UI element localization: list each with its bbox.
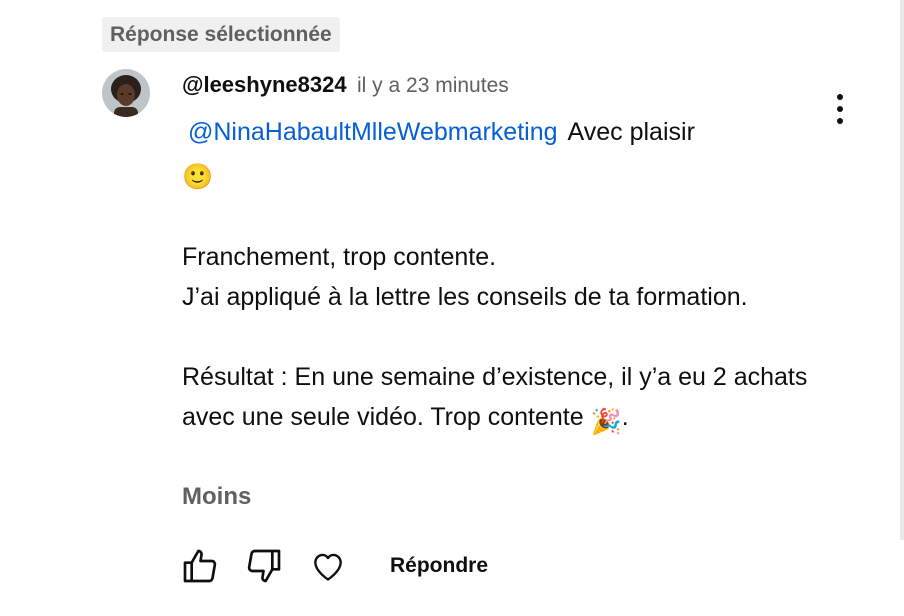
heart-button[interactable] — [306, 544, 350, 588]
comment-text: Franchement, trop contente. — [182, 243, 497, 271]
comment-header: @leeshyne8324 il y a 23 minutes — [182, 72, 509, 106]
like-button[interactable] — [178, 544, 222, 588]
comment-line-emoji: 🙂 — [182, 152, 822, 197]
avatar[interactable] — [102, 69, 150, 117]
dot — [837, 118, 843, 124]
show-less-button[interactable]: Moins — [182, 483, 251, 511]
dot — [837, 106, 843, 112]
party-popper-emoji-icon: 🎉 — [590, 408, 622, 436]
timestamp[interactable]: il y a 23 minutes — [357, 74, 509, 97]
more-options-icon[interactable] — [826, 88, 854, 130]
scrollbar-track[interactable] — [900, 0, 904, 540]
comment-text: J’ai appliqué à la lettre les conseils d… — [182, 283, 748, 311]
comment-text: Résultat : En une semaine d’existence, i… — [182, 363, 808, 431]
comment-line-1: @NinaHabaultMlleWebmarketing Avec plaisir — [182, 112, 822, 152]
dot — [837, 94, 843, 100]
comment-actions: Répondre — [178, 544, 488, 588]
avatar-image — [102, 69, 150, 117]
comment-body: @NinaHabaultMlleWebmarketing Avec plaisir… — [182, 112, 822, 442]
dislike-button[interactable] — [242, 544, 286, 588]
thumbs-down-icon — [247, 549, 281, 583]
reply-button[interactable]: Répondre — [390, 554, 488, 578]
comment-text: Avec plaisir — [567, 118, 695, 146]
mention-link[interactable]: @NinaHabaultMlleWebmarketing — [188, 118, 558, 146]
smile-emoji-icon: 🙂 — [182, 163, 214, 191]
author-handle[interactable]: @leeshyne8324 — [182, 72, 347, 97]
comment-paragraph: Résultat : En une semaine d’existence, i… — [182, 357, 822, 442]
selected-reply-badge: Réponse sélectionnée — [102, 17, 340, 52]
heart-icon — [314, 553, 342, 581]
thumbs-up-icon — [183, 549, 217, 583]
comment-text: . — [621, 403, 629, 431]
